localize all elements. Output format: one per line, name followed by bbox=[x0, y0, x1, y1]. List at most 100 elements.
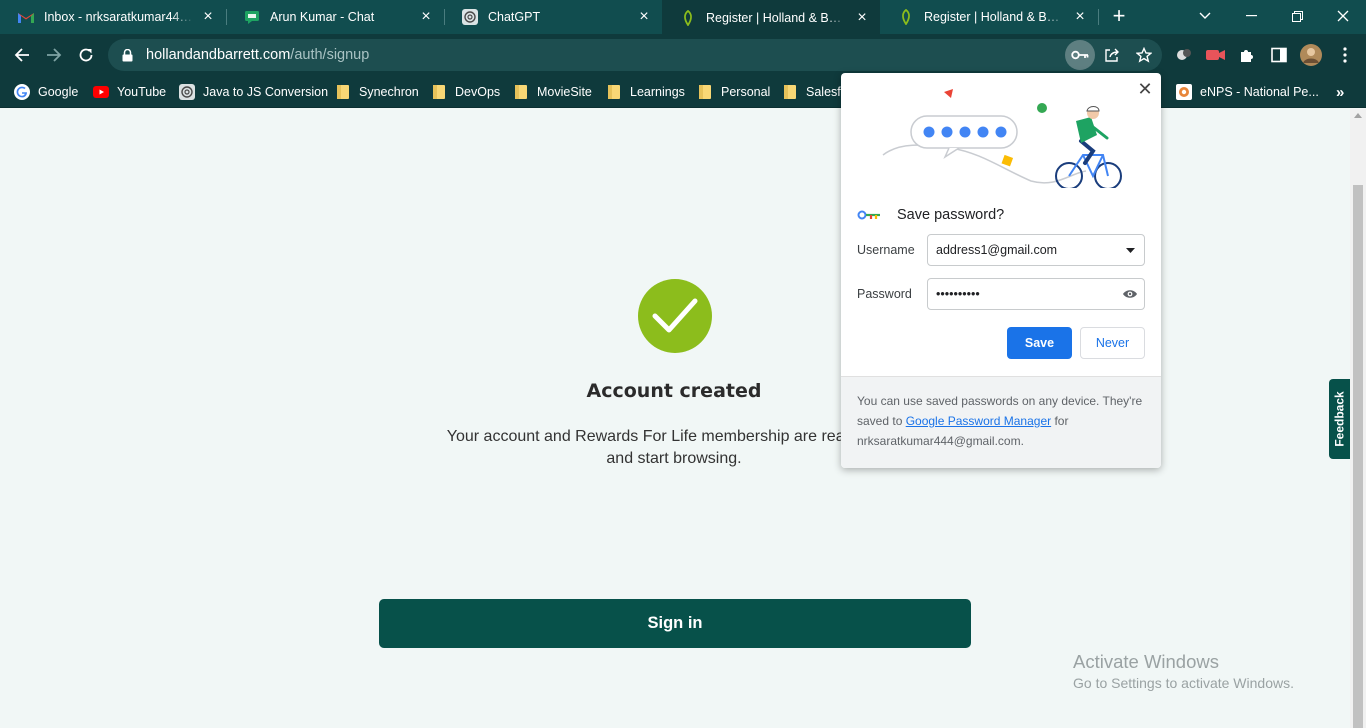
bookmark-label: YouTube bbox=[117, 85, 167, 99]
scrollbar-thumb[interactable] bbox=[1353, 185, 1363, 728]
folder-icon bbox=[431, 84, 447, 100]
bookmark-folder-devops[interactable]: DevOps bbox=[431, 82, 500, 102]
url-text[interactable]: hollandandbarrett.com/auth/signup bbox=[146, 47, 369, 63]
restore-icon bbox=[1291, 10, 1303, 22]
tab-gmail-inbox[interactable]: Inbox - nrksaratkumar444@g × bbox=[0, 0, 226, 34]
enps-icon bbox=[1176, 84, 1192, 100]
watermark-line: Activate Windows bbox=[1073, 651, 1219, 672]
tab-title: Register | Holland & Barrett - bbox=[924, 10, 1066, 24]
close-icon[interactable]: × bbox=[1072, 9, 1088, 25]
tab-register-active[interactable]: Register | Holland & Barrett - × bbox=[662, 0, 880, 35]
bookmark-folder-learnings[interactable]: Learnings bbox=[606, 82, 685, 102]
folder-icon bbox=[697, 84, 713, 100]
bookmark-folder-personal[interactable]: Personal bbox=[697, 82, 770, 102]
tab-title: ChatGPT bbox=[488, 10, 541, 24]
close-icon bbox=[1337, 10, 1349, 22]
tab-register[interactable]: Register | Holland & Barrett - × bbox=[880, 0, 1098, 34]
google-key-icon bbox=[857, 210, 880, 220]
feedback-tab[interactable]: Feedback bbox=[1329, 379, 1350, 459]
side-panel-icon[interactable] bbox=[1268, 44, 1290, 66]
url-domain: hollandandbarrett.com bbox=[146, 47, 291, 63]
restore-button[interactable] bbox=[1274, 0, 1320, 32]
folder-icon bbox=[782, 84, 798, 100]
dropdown-arrow-icon[interactable] bbox=[1122, 242, 1138, 258]
bookmark-label: eNPS - National Pe... bbox=[1200, 85, 1319, 99]
bookmark-folder-synechron[interactable]: Synechron bbox=[335, 82, 419, 102]
save-button[interactable]: Save bbox=[1007, 327, 1072, 359]
feedback-label: Feedback bbox=[1332, 391, 1347, 447]
close-icon[interactable]: ✕ bbox=[1135, 79, 1155, 99]
close-window-button[interactable] bbox=[1320, 0, 1366, 32]
password-field[interactable]: •••••••••• bbox=[927, 278, 1145, 310]
key-icon[interactable] bbox=[1065, 40, 1095, 70]
holland-barrett-icon bbox=[898, 9, 914, 25]
forward-button[interactable] bbox=[41, 42, 67, 68]
puzzle-icon[interactable] bbox=[1236, 44, 1258, 66]
minimize-icon bbox=[1245, 15, 1257, 17]
password-illustration bbox=[882, 89, 1122, 188]
bookmark-label: Learnings bbox=[630, 85, 685, 99]
folder-icon bbox=[513, 84, 529, 100]
close-icon[interactable]: × bbox=[636, 9, 652, 25]
username-value: address1@gmail.com bbox=[936, 243, 1058, 257]
bookmark-label: Personal bbox=[721, 85, 771, 99]
bookmarks-bar: Google YouTube Java to JS Conversion Syn… bbox=[0, 76, 1366, 108]
browser-toolbar: hollandandbarrett.com/auth/signup bbox=[0, 34, 1366, 76]
back-button[interactable] bbox=[9, 42, 35, 68]
page-scrollbar[interactable] bbox=[1350, 109, 1366, 728]
sign-in-button[interactable]: Sign in bbox=[379, 599, 971, 648]
close-icon[interactable]: × bbox=[200, 9, 216, 25]
activate-windows-watermark: Activate Windows Go to Settings to activ… bbox=[1073, 651, 1294, 691]
close-icon[interactable]: × bbox=[854, 9, 870, 26]
lock-icon[interactable] bbox=[120, 48, 134, 62]
folder-icon bbox=[606, 84, 622, 100]
minimize-button[interactable] bbox=[1228, 0, 1274, 32]
page-title: Account created bbox=[586, 380, 762, 402]
more-menu-icon[interactable] bbox=[1334, 44, 1356, 66]
password-value: •••••••••• bbox=[936, 287, 980, 301]
password-manager-link[interactable]: Google Password Manager bbox=[906, 414, 1051, 428]
chatgpt-icon bbox=[179, 84, 195, 100]
bookmark-star-icon[interactable] bbox=[1132, 43, 1156, 67]
video-extension-icon[interactable] bbox=[1205, 44, 1227, 66]
bookmark-google[interactable]: Google bbox=[14, 82, 78, 102]
tab-separator bbox=[1098, 9, 1099, 25]
eye-icon[interactable] bbox=[1122, 286, 1138, 302]
tab-chatgpt[interactable]: ChatGPT × bbox=[444, 0, 662, 34]
arrow-right-icon bbox=[47, 48, 62, 62]
tab-google-chat[interactable]: Arun Kumar - Chat × bbox=[226, 0, 444, 34]
reload-button[interactable] bbox=[73, 42, 99, 68]
bookmark-java-to-js[interactable]: Java to JS Conversion bbox=[179, 82, 328, 102]
share-icon[interactable] bbox=[1100, 43, 1124, 67]
dialog-footer: You can use saved passwords on any devic… bbox=[841, 376, 1161, 468]
google-chat-icon bbox=[244, 9, 260, 25]
folder-icon bbox=[335, 84, 351, 100]
address-bar[interactable]: hollandandbarrett.com/auth/signup bbox=[108, 39, 1162, 71]
close-icon[interactable]: × bbox=[418, 9, 434, 25]
youtube-icon bbox=[93, 84, 109, 100]
holland-barrett-icon bbox=[680, 9, 696, 26]
bookmark-label: Java to JS Conversion bbox=[203, 85, 329, 99]
watermark-line: Go to Settings to activate Windows. bbox=[1073, 675, 1294, 691]
dialog-title: Save password? bbox=[897, 207, 1005, 223]
gmail-icon bbox=[18, 9, 34, 25]
bookmark-youtube[interactable]: YouTube bbox=[93, 82, 166, 102]
bookmarks-overflow-button[interactable]: » bbox=[1336, 82, 1344, 102]
arrow-left-icon bbox=[14, 48, 29, 62]
bookmark-folder-salesforce[interactable]: Salesfo bbox=[782, 82, 848, 102]
scroll-up-icon[interactable] bbox=[1354, 113, 1362, 118]
username-label: Username bbox=[857, 243, 915, 257]
new-tab-button[interactable]: + bbox=[1108, 5, 1130, 27]
username-select[interactable]: address1@gmail.com bbox=[927, 234, 1145, 266]
bookmark-label: Google bbox=[38, 85, 79, 99]
avatar[interactable] bbox=[1300, 44, 1322, 66]
tab-search-button[interactable] bbox=[1182, 0, 1228, 32]
never-button[interactable]: Never bbox=[1080, 327, 1145, 359]
bookmark-folder-moviesite[interactable]: MovieSite bbox=[513, 82, 592, 102]
extension-icon[interactable] bbox=[1173, 44, 1195, 66]
tab-title: Register | Holland & Barrett - bbox=[706, 10, 848, 25]
bookmark-label: DevOps bbox=[455, 85, 501, 99]
reload-icon bbox=[79, 48, 93, 62]
chevron-down-icon bbox=[1199, 12, 1211, 19]
bookmark-enps[interactable]: eNPS - National Pe... bbox=[1176, 82, 1319, 102]
